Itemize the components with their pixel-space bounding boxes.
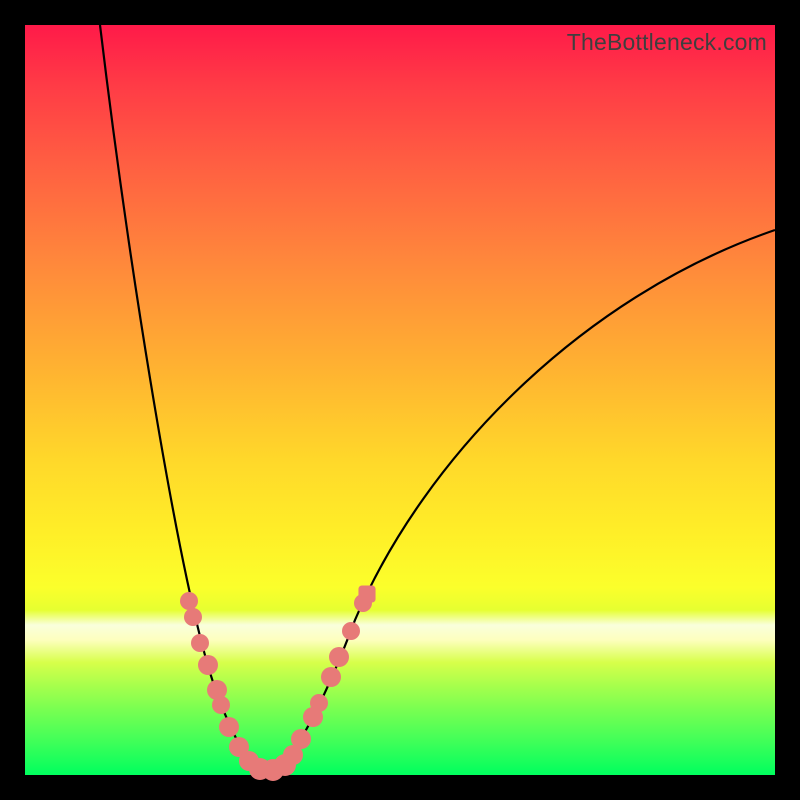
data-point	[191, 634, 209, 652]
data-points-layer	[180, 585, 376, 781]
data-point	[219, 717, 239, 737]
data-point	[329, 647, 349, 667]
data-point	[291, 729, 311, 749]
left-curve	[100, 25, 265, 770]
data-point	[212, 696, 230, 714]
plot-svg	[25, 25, 775, 775]
right-curve	[275, 230, 775, 770]
data-point	[321, 667, 341, 687]
data-point	[358, 585, 375, 602]
watermark-text: TheBottleneck.com	[567, 29, 767, 56]
data-point	[342, 622, 360, 640]
chart-frame: TheBottleneck.com	[25, 25, 775, 775]
data-point	[198, 655, 218, 675]
data-point	[184, 608, 202, 626]
data-point	[180, 592, 198, 610]
data-point	[310, 694, 328, 712]
